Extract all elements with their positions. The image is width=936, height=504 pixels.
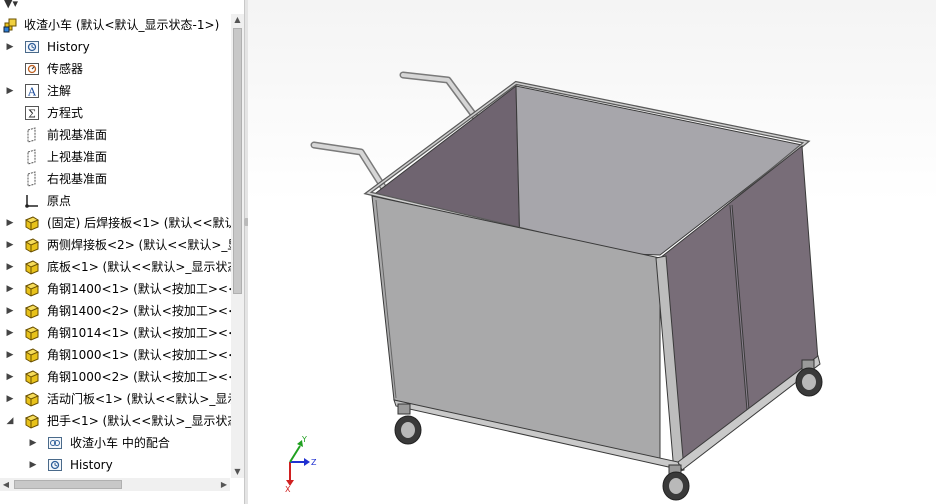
filter-row: ▼▾ [0, 0, 230, 13]
tree-item-label: 角钢1000<2> (默认<按加工><< [47, 370, 238, 384]
tree-item[interactable]: 原点 [0, 190, 230, 212]
tree-item[interactable]: 前视基准面 [0, 124, 230, 146]
expand-arrow-icon[interactable]: ▶ [5, 283, 15, 295]
tree-item[interactable]: ◢ 把手<1> (默认<<默认>_显示状态 [0, 410, 239, 432]
tree-root-assembly[interactable]: 收渣小车 (默认<默认_显示状态-1>) [0, 14, 230, 36]
tree-item-label: (固定) 后焊接板<1> (默认<<默认 [47, 216, 237, 230]
tree-item[interactable]: ▶ A 注解 [0, 80, 230, 102]
orientation-triad: X Z Y [285, 435, 317, 494]
tree-item-label: History [70, 458, 113, 472]
tree-item-label: 收渣小车 (默认<默认_显示状态-1>) [24, 18, 220, 32]
tree-subitem[interactable]: ▶ 收渣小车 中的配合 [0, 432, 230, 454]
expand-arrow-icon[interactable]: ▶ [5, 85, 15, 97]
tree-item[interactable]: Σ 方程式 [0, 102, 230, 124]
svg-text:Σ: Σ [28, 108, 36, 121]
tree-item-label: 把手<1> (默认<<默认>_显示状态 [47, 414, 240, 428]
expand-arrow-icon[interactable]: ▶ [5, 239, 15, 251]
tree-item[interactable]: ▶ 活动门板<1> (默认<<默认>_显示 [0, 388, 239, 410]
tree-item-label: 角钢1400<2> (默认<按加工><< [47, 304, 238, 318]
scroll-up-arrow-icon[interactable]: ▲ [231, 14, 244, 26]
equation-icon: Σ [24, 105, 40, 121]
tree-item[interactable]: ▶ 两侧焊接板<2> (默认<<默认>_显 [0, 234, 239, 256]
graphics-viewport[interactable]: X Z Y [248, 0, 936, 504]
filter-icon[interactable]: ▼▾ [4, 0, 18, 10]
tree-item[interactable]: ▶ 角钢1014<1> (默认<按加工><< [0, 322, 238, 344]
plane-icon [24, 127, 40, 143]
vertical-scroll-thumb[interactable] [233, 28, 242, 294]
expand-arrow-icon[interactable]: ▶ [5, 305, 15, 317]
tree-item-label: 传感器 [47, 62, 84, 76]
tree-item-label: 上视基准面 [47, 150, 108, 164]
tree-item[interactable]: 右视基准面 [0, 168, 230, 190]
part-icon [24, 325, 40, 341]
part-icon [24, 369, 40, 385]
tree-item[interactable]: ▶ 角钢1400<1> (默认<按加工><< [0, 278, 238, 300]
tree-item-label: 收渣小车 中的配合 [70, 436, 170, 450]
part-icon [24, 303, 40, 319]
horizontal-scrollbar[interactable]: ◀ ▶ [0, 478, 230, 491]
tree-item-label: 方程式 [47, 106, 84, 120]
part-icon [24, 281, 40, 297]
tree-item-label: 角钢1400<1> (默认<按加工><< [47, 282, 238, 296]
expand-arrow-icon[interactable]: ▶ [5, 217, 15, 229]
expand-arrow-icon[interactable]: ▶ [5, 327, 15, 339]
tree-item[interactable]: 上视基准面 [0, 146, 230, 168]
tree-item-label: 两侧焊接板<2> (默认<<默认>_显 [47, 238, 240, 252]
tree-item[interactable]: ▶ 角钢1000<2> (默认<按加工><< [0, 366, 238, 388]
tree-item-label: 角钢1014<1> (默认<按加工><< [47, 326, 238, 340]
assembly-icon [3, 17, 19, 33]
history-icon [47, 457, 63, 473]
tree-item[interactable]: ▶ 角钢1400<2> (默认<按加工><< [0, 300, 238, 322]
part-icon [24, 413, 40, 429]
expand-arrow-icon[interactable]: ▶ [5, 371, 15, 383]
tree-item[interactable]: ▶ 角钢1000<1> (默认<按加工><< [0, 344, 238, 366]
vertical-scrollbar[interactable]: ▲ ▼ [231, 14, 244, 478]
expand-arrow-icon[interactable]: ▶ [5, 393, 15, 405]
sensor-icon [24, 61, 40, 77]
tree-item-label: 角钢1000<1> (默认<按加工><< [47, 348, 238, 362]
axis-x-label: X [285, 485, 291, 494]
expand-arrow-icon[interactable]: ▶ [5, 41, 15, 53]
tree-item-label: 前视基准面 [47, 128, 108, 142]
axis-y-label: Y [301, 435, 307, 444]
feature-tree-panel: ▼▾ 收渣小车 (默认<默认_显示状态-1>) ▶ History 传感器 ▶ A 注解 Σ 方… [0, 0, 244, 504]
tree-item[interactable]: 传感器 [0, 58, 230, 80]
feature-tree: 收渣小车 (默认<默认_显示状态-1>) ▶ History 传感器 ▶ A 注解 Σ 方程式前… [0, 14, 239, 476]
tree-item[interactable]: ▶ (固定) 后焊接板<1> (默认<<默认 [0, 212, 237, 234]
tree-item-label: 活动门板<1> (默认<<默认>_显示 [47, 392, 240, 406]
expand-arrow-icon[interactable]: ▶ [28, 437, 38, 449]
tree-item[interactable]: ▶ 底板<1> (默认<<默认>_显示状态 [0, 256, 239, 278]
scroll-left-arrow-icon[interactable]: ◀ [0, 478, 12, 491]
axis-z-label: Z [311, 458, 317, 467]
part-icon [24, 237, 40, 253]
collapse-arrow-icon[interactable]: ◢ [5, 415, 15, 427]
tree-item-label: 底板<1> (默认<<默认>_显示状态 [47, 260, 240, 274]
plane-icon [24, 171, 40, 187]
expand-arrow-icon[interactable]: ▶ [28, 459, 38, 471]
scroll-right-arrow-icon[interactable]: ▶ [218, 478, 230, 491]
svg-text:A: A [27, 86, 37, 99]
history-icon [24, 39, 40, 55]
mates-icon [47, 435, 63, 451]
tree-item-label: 右视基准面 [47, 172, 108, 186]
annotation-icon: A [24, 83, 40, 99]
part-icon [24, 215, 40, 231]
cart-model[interactable]: X Z Y [248, 0, 936, 504]
scroll-down-arrow-icon[interactable]: ▼ [231, 466, 244, 478]
tree-item[interactable]: ▶ History [0, 36, 230, 58]
wheel-front-right [662, 464, 690, 501]
plane-icon [24, 149, 40, 165]
part-icon [24, 347, 40, 363]
part-icon [24, 259, 40, 275]
tree-item-label: 注解 [47, 84, 72, 98]
origin-icon [24, 193, 40, 209]
tree-item-label: 原点 [47, 194, 72, 208]
expand-arrow-icon[interactable]: ▶ [5, 261, 15, 273]
expand-arrow-icon[interactable]: ▶ [5, 349, 15, 361]
part-icon [24, 391, 40, 407]
tree-subitem[interactable]: ▶ History [0, 454, 230, 476]
horizontal-scroll-thumb[interactable] [14, 480, 122, 489]
tree-item-label: History [47, 40, 90, 54]
